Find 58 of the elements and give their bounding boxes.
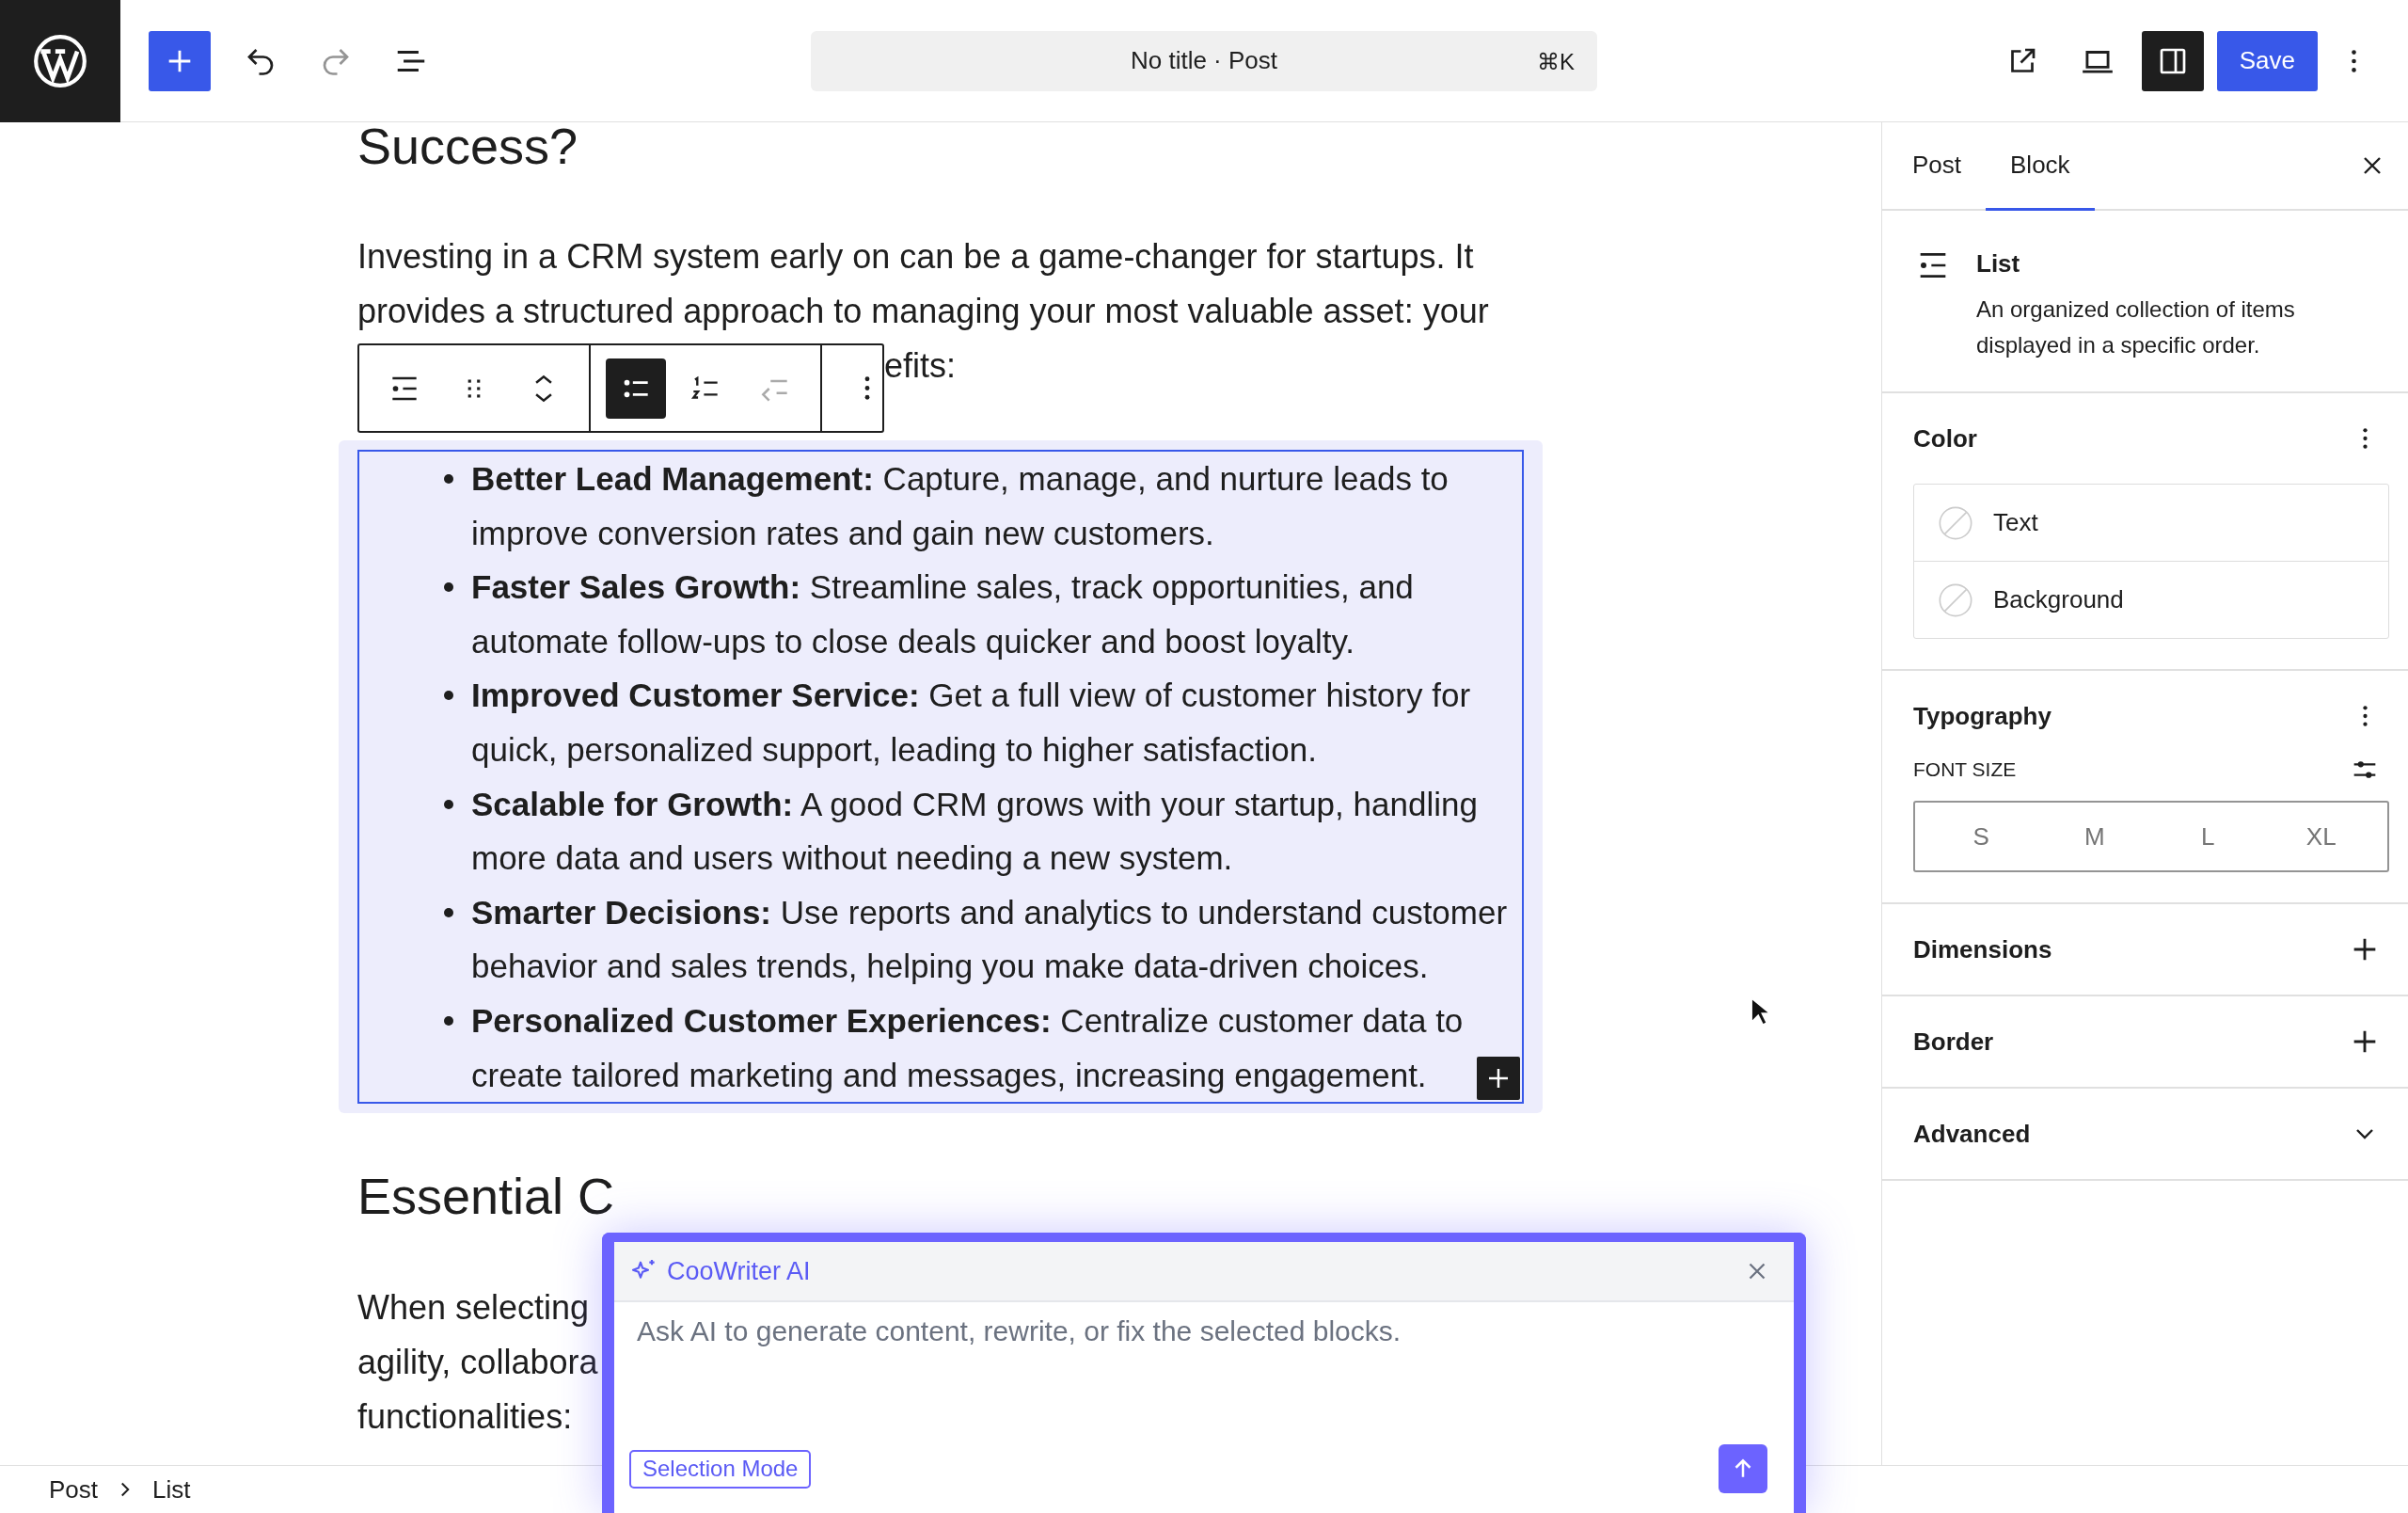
block-description: An organized collection of items displayed in a specific order. [1976, 295, 2296, 359]
panel-toggle[interactable]: Advanced [1913, 1089, 2389, 1179]
paragraph-line: efits: [884, 345, 957, 387]
font-size-option[interactable]: M [2037, 803, 2151, 870]
heading: Success? [357, 122, 579, 175]
bullet-icon [444, 582, 453, 593]
list-block[interactable] [357, 450, 1524, 1105]
font-size-label: FONT SIZE [1913, 758, 2017, 781]
font-size-option[interactable]: S [1925, 803, 2038, 870]
sidebar-tab[interactable]: Post [1888, 122, 1987, 211]
heading: Essential C [357, 1167, 616, 1226]
add-block-button[interactable] [1477, 1057, 1520, 1101]
prompt-field[interactable]: Ask AI to generate content, rewrite, or fix the selected blocks. Selection Mode [614, 1302, 1794, 1513]
command-bar[interactable]: No title · Post ⌘K [811, 30, 1597, 91]
bullet-icon [444, 691, 453, 701]
color-option[interactable]: Background [1914, 561, 2388, 638]
sidebar-tab[interactable]: Block [1986, 122, 2095, 211]
bullet-icon [444, 907, 453, 917]
panel-title: Advanced [1913, 1119, 2031, 1149]
bullet-icon [444, 1015, 453, 1026]
list-item: Improved Customer Service: Get a full view of customer history for quick, personalized support, leading to higher satisfaction. [471, 676, 1472, 770]
list-item: Scalable for Growth: A good CRM grows with your startup, handling more data and users without needing a new system. [471, 784, 1479, 879]
list-item: Smarter Decisions: Use reports and analytics to understand customer behavior and sales trends, helping you make data-driven choices. [471, 892, 1509, 987]
breadcrumb-link[interactable]: Post [49, 1474, 99, 1505]
paragraph-line: functionalities: [357, 1396, 573, 1439]
paragraph-line: Investing in a CRM system early on can be a game-changer for startups. It [357, 236, 1474, 278]
panel-title: Dimensions [1913, 934, 2052, 964]
panel-title: CooWriter AI [667, 1256, 811, 1286]
shortcut-hint: ⌘K [1537, 48, 1575, 75]
block-name: List [1976, 248, 2021, 279]
document-title: No title · Post [1130, 46, 1278, 75]
panel-toggle[interactable]: Dimensions [1913, 904, 2389, 995]
paragraph-line: provides a structured approach to managing your most valuable asset: your [357, 291, 1489, 332]
color-option[interactable]: Text [1914, 485, 2388, 561]
more-icon [863, 375, 872, 401]
more-icon [2360, 427, 2369, 450]
panel-toggle[interactable]: Border [1913, 996, 2389, 1087]
more-icon [2349, 48, 2358, 73]
logo-button[interactable] [0, 0, 120, 122]
send-button[interactable] [1719, 1444, 1767, 1493]
list-item: Personalized Customer Experiences: Centralize customer data to create tailored marketing and messages, increasing engagement. [471, 1000, 1465, 1095]
list-item: Faster Sales Growth: Streamline sales, track opportunities, and automate follow-ups to close deals quicker and boost loyalty. [471, 567, 1415, 661]
settings-toggle-button[interactable] [2141, 30, 2204, 91]
paragraph-line: agility, collabora [357, 1342, 598, 1384]
bullet-icon [444, 799, 453, 809]
panel-title: Color [1913, 423, 1977, 454]
list-item: Better Lead Management: Capture, manage, and nurture leads to improve conversion rates and gain new customers. [471, 459, 1450, 553]
more-icon [2360, 705, 2369, 727]
unordered-list-button[interactable] [606, 358, 666, 419]
font-size-option[interactable]: XL [2264, 803, 2378, 870]
panel-title: Typography [1913, 701, 2052, 731]
paragraph-line: When selecting [357, 1287, 590, 1330]
panel-title: Border [1913, 1027, 1994, 1057]
font-size-option[interactable]: L [2151, 803, 2265, 870]
save-button[interactable]: Save [2216, 30, 2318, 91]
bullet-icon [444, 474, 453, 484]
selection-mode-button[interactable]: Selection Mode [629, 1449, 812, 1489]
breadcrumb-link[interactable]: List [152, 1474, 191, 1505]
